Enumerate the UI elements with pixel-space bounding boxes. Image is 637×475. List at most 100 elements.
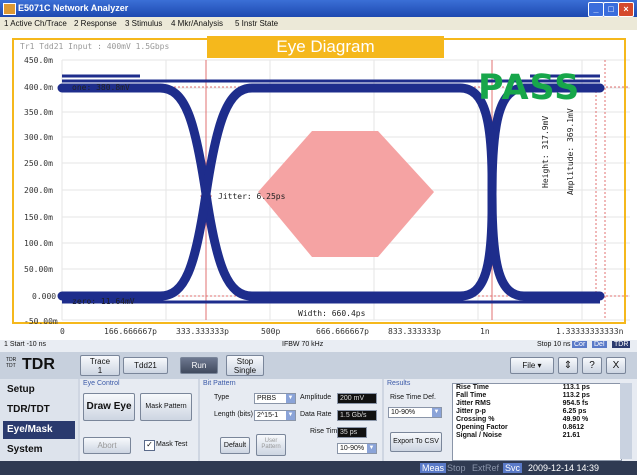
left-tab-strip: Setup TDR/TDT Eye/Mask System (0, 379, 78, 461)
y-tick: 450.0m (24, 56, 53, 65)
y-tick: 150.0m (24, 213, 53, 222)
export-csv-button[interactable]: Export To CSV (390, 432, 442, 452)
close-panel-button[interactable]: X (606, 357, 626, 374)
file-menu-button[interactable]: File ▾ (510, 357, 554, 374)
zero-level-label: zero: 11.64mV (72, 297, 135, 306)
datetime: 2009-12-14 14:39 (528, 463, 600, 473)
table-row: Fall Time 113.2 ps (456, 392, 590, 399)
default-button[interactable]: Default (220, 437, 250, 454)
jitter-label: Jitter: 6.25ps (218, 192, 286, 201)
instrument-status-bar: Meas Stop ExtRef Svc 2009-12-14 14:39 (0, 461, 637, 475)
chevron-down-icon[interactable]: ▼ (432, 408, 441, 417)
x-tick: 833.333333p (388, 327, 441, 336)
table-row: Signal / Noise 21.61 (456, 432, 581, 439)
table-row: Jitter RMS 954.5 fs (456, 400, 589, 407)
user-pattern-button[interactable]: User Pattern (256, 434, 286, 456)
rise-def-label: Rise Time Def. (390, 394, 436, 401)
status-badge: Del (592, 341, 607, 348)
arrange-icon[interactable]: ⇕ (558, 357, 578, 374)
start-value: 1 Start -10 ns (4, 341, 47, 348)
channel-status-row: 1 Start -10 ns IFBW 70 kHz Stop 10 ns Co… (0, 340, 637, 352)
status-badge: Cor (572, 341, 588, 348)
table-row: Rise Time 113.1 ps (456, 384, 590, 391)
mask-test-label: Mask Test (156, 441, 188, 448)
tab-system[interactable]: System (3, 441, 75, 459)
results-scrollbar[interactable] (620, 383, 632, 459)
x-tick: 666.666667p (316, 327, 369, 336)
title-bar: E5071C Network Analyzer _ □ × (0, 0, 637, 17)
tdd21-button[interactable]: Tdd21 (123, 357, 168, 374)
amplitude-field[interactable]: 200 mV (337, 393, 377, 404)
y-tick: 200.0m (24, 186, 53, 195)
menu-mkr-analysis[interactable]: 4 Mkr/Analysis (171, 19, 223, 28)
x-tick: 333.333333p (176, 327, 229, 336)
tdr-logo: TDR TDT TDR (6, 356, 66, 375)
tab-tdr-tdt[interactable]: TDR/TDT (3, 401, 75, 419)
menu-stimulus[interactable]: 3 Stimulus (125, 19, 162, 28)
extref-status: ExtRef (472, 463, 500, 473)
mask-test-checkbox[interactable]: ✓ (144, 440, 155, 451)
stop-single-button[interactable]: Stop Single (226, 355, 264, 376)
y-tick: 350.0m (24, 108, 53, 117)
y-tick: -50.00m (24, 317, 58, 326)
help-button[interactable]: ? (582, 357, 602, 374)
table-row: Jitter p-p 6.25 ps (456, 408, 587, 415)
chevron-down-icon[interactable]: ▼ (286, 411, 295, 420)
x-tick: 1n (480, 327, 490, 336)
width-label: Width: 660.4ps (298, 309, 366, 318)
svc-status: Svc (503, 463, 523, 473)
y-tick: 0.000 (32, 292, 57, 301)
table-row: Opening Factor 0.8612 (456, 424, 585, 431)
draw-eye-button[interactable]: Draw Eye (83, 393, 135, 421)
x-tick: 1.33333333333n (556, 327, 624, 336)
y-tick: 50.00m (24, 265, 53, 274)
menu-instr-state[interactable]: 5 Instr State (235, 19, 278, 28)
type-label: Type (214, 394, 230, 401)
x-tick: 500p (261, 327, 281, 336)
data-rate-field[interactable]: 1.5 Gb/s (337, 410, 377, 421)
app-icon (3, 3, 16, 15)
eye-diagram-banner: Eye Diagram (207, 36, 444, 58)
mask-pattern-button[interactable]: Mask Pattern (140, 393, 192, 421)
tab-eye-mask[interactable]: Eye/Mask (3, 421, 75, 439)
eye-control-title: Eye Control (83, 380, 120, 387)
ifbw-value: IFBW 70 kHz (282, 341, 324, 348)
close-window-button[interactable]: × (618, 2, 634, 17)
one-level-label: one: 380.8mV (72, 83, 130, 92)
results-title: Results (387, 380, 411, 387)
trace-header: Tr1 Tdd21 Input : 400mV 1.5Gbps (20, 42, 170, 51)
menu-response[interactable]: 2 Response (74, 19, 117, 28)
minimize-button[interactable]: _ (588, 2, 604, 17)
stop-value: Stop 10 ns (537, 341, 571, 348)
y-tick: 100.0m (24, 239, 53, 248)
abort-button[interactable]: Abort (83, 437, 131, 454)
x-tick: 0 (60, 327, 65, 336)
tab-setup[interactable]: Setup (3, 381, 75, 399)
menu-active-ch[interactable]: 1 Active Ch/Trace (4, 19, 67, 28)
bit-pattern-title: Bit Pattern (203, 380, 236, 387)
amplitude-label: Amplitude: 369.1mV (566, 108, 575, 195)
maximize-button[interactable]: □ (603, 2, 619, 17)
eye-control-panel: Eye Control Draw Eye Mask Pattern Abort … (80, 379, 198, 461)
meas-status: Meas (420, 463, 447, 473)
results-table: Rise Time 113.1 ps Fall Time 113.2 ps Jitt… (452, 383, 622, 461)
trace-select-button[interactable]: Trace 1 (80, 355, 120, 376)
tdr-logo-text: TDR (22, 356, 55, 373)
run-button[interactable]: Run (180, 357, 218, 374)
chevron-down-icon[interactable]: ▼ (367, 444, 376, 453)
chevron-down-icon[interactable]: ▼ (286, 394, 295, 403)
table-row: Crossing % 49.90 % (456, 416, 589, 423)
y-tick: 250.0m (24, 159, 53, 168)
y-tick: 400.0m (24, 83, 53, 92)
y-tick: 300.0m (24, 133, 53, 142)
control-bar: TDR TDT TDR Trace 1 Tdd21 Run Stop Single F… (0, 352, 637, 379)
height-label: Height: 317.9mV (541, 115, 550, 188)
pass-indicator: PASS (478, 68, 581, 108)
x-tick: 166.666667p (104, 327, 157, 336)
data-rate-label: Data Rate (300, 411, 332, 418)
length-label: Length (bits) (214, 411, 253, 418)
stop-status: Stop (447, 463, 466, 473)
rise-time-field[interactable]: 35 ps (337, 427, 367, 438)
bit-pattern-panel: Bit Pattern Type PRBS ▼ Length (bits) 2^… (200, 379, 382, 461)
eye-diagram-plot[interactable]: Tr1 Tdd21 Input : 400mV 1.5Gbps Eye Diag… (0, 30, 637, 340)
